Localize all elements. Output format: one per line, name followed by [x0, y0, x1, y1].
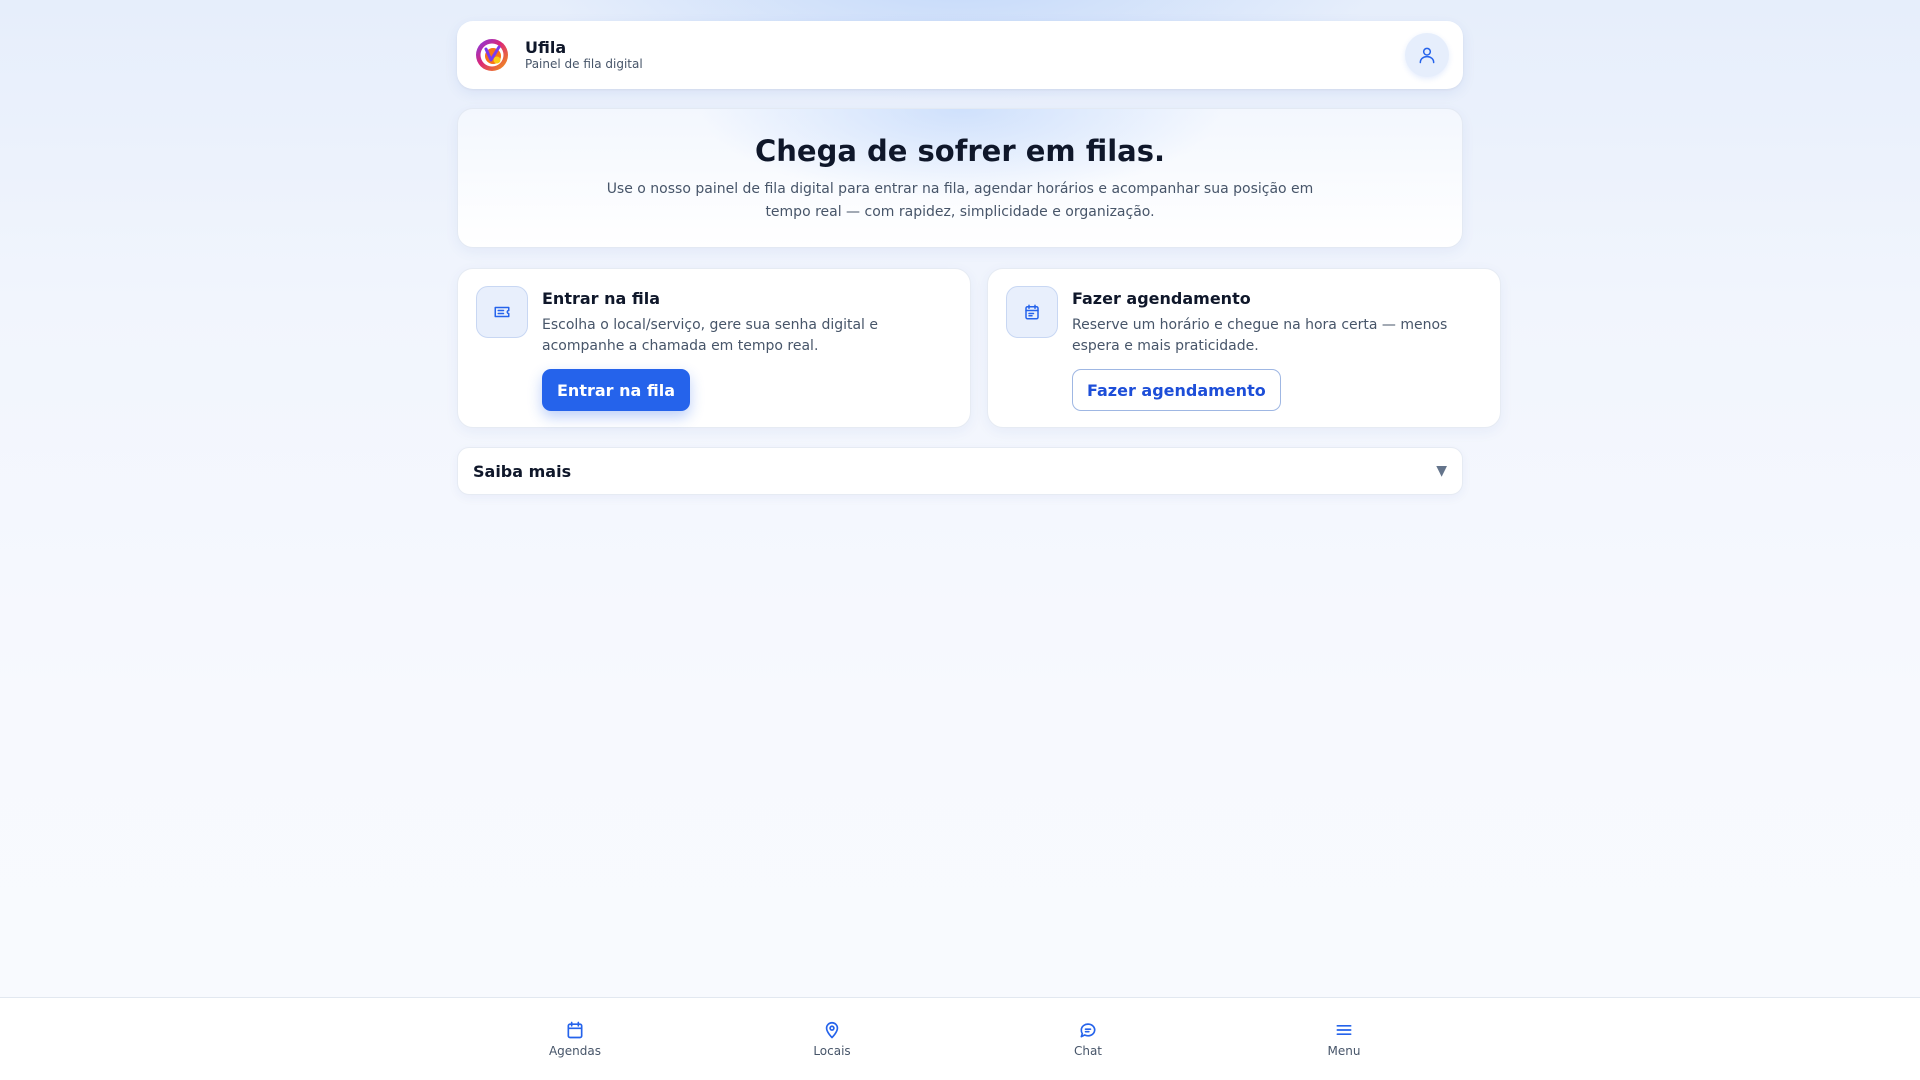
map-pin-icon — [825, 1021, 839, 1039]
app-header: Ufila Painel de fila digital — [457, 21, 1463, 89]
menu-icon — [1336, 1025, 1352, 1035]
hero-title: Chega de sofrer em filas. — [755, 134, 1165, 168]
nav-label-locais: Locais — [813, 1044, 851, 1058]
make-appointment-button[interactable]: Fazer agendamento — [1072, 369, 1281, 411]
nav-label-menu: Menu — [1327, 1044, 1361, 1058]
nav-label-chat: Chat — [1073, 1044, 1103, 1058]
user-icon — [1419, 47, 1435, 64]
queue-card-body: Entrar na fila Escolha o local/serviço, … — [542, 286, 952, 411]
ufila-logo — [476, 39, 508, 71]
queue-card-description: Escolha o local/serviço, gere sua senha … — [542, 317, 879, 354]
nav-item-agendas[interactable]: Agendas — [515, 1020, 635, 1059]
action-cards: Entrar na fila Escolha o local/serviço, … — [457, 268, 1501, 428]
calendar-icon — [1006, 286, 1058, 338]
brand: Ufila Painel de fila digital — [525, 38, 643, 72]
queue-card-title: Entrar na fila — [542, 289, 661, 308]
chat-icon — [1080, 1023, 1096, 1038]
join-queue-button[interactable]: Entrar na fila — [542, 369, 691, 411]
schedule-card-body: Fazer agendamento Reserve um horário e c… — [1072, 286, 1482, 411]
nav-item-chat[interactable]: Chat — [1028, 1020, 1148, 1059]
hero-banner: Chega de sofrer em filas. Use o nosso pa… — [457, 108, 1463, 248]
ticket-icon — [476, 286, 528, 338]
brand-subtitle: Painel de fila digital — [525, 57, 643, 71]
learn-more-accordion[interactable]: Saiba mais ▼ — [457, 447, 1463, 495]
queue-card: Entrar na fila Escolha o local/serviço, … — [457, 268, 971, 428]
calendar-icon — [567, 1021, 583, 1039]
nav-label-agendas: Agendas — [548, 1044, 602, 1058]
schedule-card-title: Fazer agendamento — [1072, 289, 1251, 308]
page-container: Ufila Painel de fila digital Chega de so… — [457, 21, 1501, 495]
schedule-card: Fazer agendamento Reserve um horário e c… — [987, 268, 1501, 428]
nav-item-locais[interactable]: Locais — [772, 1020, 892, 1059]
hero-description: Use o nosso painel de fila digital para … — [606, 181, 1314, 220]
user-profile-button[interactable] — [1405, 33, 1449, 77]
nav-item-menu[interactable]: Menu — [1284, 1020, 1404, 1059]
schedule-card-description: Reserve um horário e chegue na hora cert… — [1072, 317, 1448, 354]
brand-name: Ufila — [525, 38, 567, 57]
bottom-navigation: Agendas Locais Chat Menu — [0, 997, 1920, 1080]
learn-more-label: Saiba mais — [473, 461, 572, 481]
chevron-down-icon: ▼ — [1436, 463, 1447, 479]
